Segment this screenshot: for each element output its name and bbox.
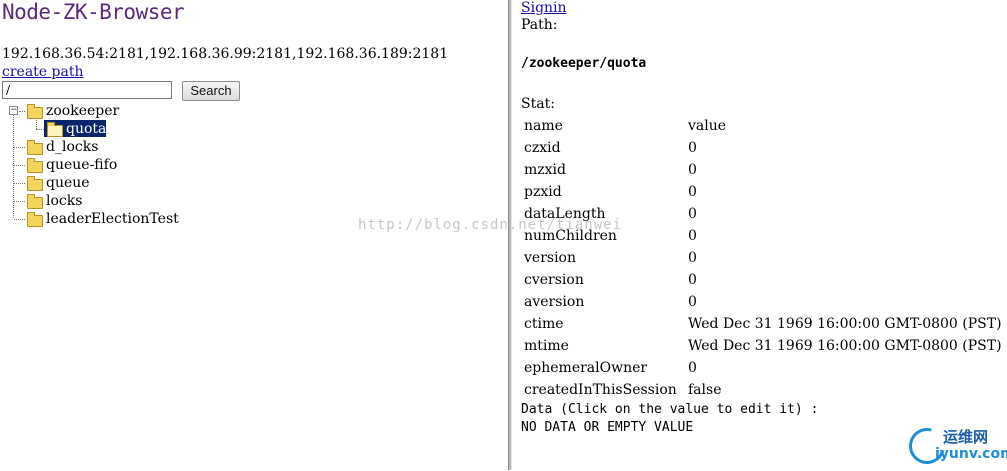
stat-value: Wed Dec 31 1969 16:00:00 GMT-0800 (PST) <box>688 316 1002 332</box>
stat-key: ctime <box>524 316 564 332</box>
tree-node-label: quota <box>66 121 107 137</box>
tree-node-label: queue <box>46 175 90 191</box>
folder-icon <box>27 194 43 209</box>
stat-key: czxid <box>524 140 561 156</box>
tree-node-locks[interactable]: locks <box>8 192 168 210</box>
folder-icon <box>47 122 63 137</box>
znode-tree: − zookeeper quota d_locks queue-fifo que… <box>8 102 488 232</box>
stat-key: mzxid <box>524 162 566 178</box>
folder-icon <box>27 140 43 155</box>
tree-node-label: d_locks <box>46 139 99 155</box>
data-label: Data (Click on the value to edit it) : <box>521 402 819 417</box>
tree-node-label: leaderElectionTest <box>46 211 179 227</box>
app-title: Node-ZK-Browser <box>2 0 185 24</box>
logo-domain: iyunv.com <box>935 446 1007 462</box>
folder-icon <box>27 158 43 173</box>
stat-value: value <box>688 118 727 134</box>
signin-link[interactable]: Signin <box>521 0 567 16</box>
stat-value: 0 <box>688 206 697 222</box>
stat-value: 0 <box>688 272 697 288</box>
data-value[interactable]: NO DATA OR EMPTY VALUE <box>521 420 693 435</box>
tree-node-label: zookeeper <box>46 103 120 119</box>
right-pane: Signin Path: /zookeeper/quota Stat: name… <box>513 0 1007 470</box>
path-value: /zookeeper/quota <box>521 56 647 71</box>
stat-label: Stat: <box>521 96 555 112</box>
tree-node-d_locks[interactable]: d_locks <box>8 138 168 156</box>
stat-value: 0 <box>688 228 697 244</box>
tree-node-label: queue-fifo <box>46 157 118 173</box>
tree-node-queue[interactable]: queue <box>8 174 168 192</box>
stat-key: aversion <box>524 294 585 310</box>
tree-node-leaderElectionTest[interactable]: leaderElectionTest <box>8 210 208 228</box>
path-label: Path: <box>521 17 558 33</box>
stat-key: mtime <box>524 338 569 354</box>
stat-key: createdInThisSession <box>524 382 677 398</box>
stat-key: ephemeralOwner <box>524 360 648 376</box>
tree-node-label: locks <box>46 193 83 209</box>
stat-key: version <box>524 250 576 266</box>
stat-value: 0 <box>688 140 697 156</box>
site-logo: 运维网 iyunv.com <box>902 421 1007 471</box>
stat-key: cversion <box>524 272 584 288</box>
pane-splitter[interactable] <box>508 0 512 470</box>
logo-text: 运维网 <box>943 428 989 446</box>
stat-value: 0 <box>688 360 697 376</box>
collapse-icon[interactable]: − <box>9 106 18 115</box>
server-list: 192.168.36.54:2181,192.168.36.99:2181,19… <box>2 46 449 62</box>
folder-icon <box>27 104 43 119</box>
folder-icon <box>27 212 43 227</box>
watermark: http://blog.csdn.net/tianwei <box>358 217 623 233</box>
tree-node-quota[interactable]: quota <box>8 120 148 138</box>
stat-key: pzxid <box>524 184 562 200</box>
stat-value: Wed Dec 31 1969 16:00:00 GMT-0800 (PST) <box>688 338 1002 354</box>
stat-value: false <box>688 382 722 398</box>
search-input[interactable] <box>2 81 172 99</box>
create-path-link[interactable]: create path <box>2 64 83 80</box>
tree-node-queue-fifo[interactable]: queue-fifo <box>8 156 168 174</box>
stat-value: 0 <box>688 184 697 200</box>
left-pane: Node-ZK-Browser 192.168.36.54:2181,192.1… <box>0 0 508 470</box>
stat-key: name <box>524 118 563 134</box>
stat-value: 0 <box>688 162 697 178</box>
tree-node-zookeeper[interactable]: − zookeeper <box>8 102 148 120</box>
stat-value: 0 <box>688 294 697 310</box>
folder-icon <box>27 176 43 191</box>
search-button[interactable]: Search <box>182 81 240 101</box>
stat-value: 0 <box>688 250 697 266</box>
